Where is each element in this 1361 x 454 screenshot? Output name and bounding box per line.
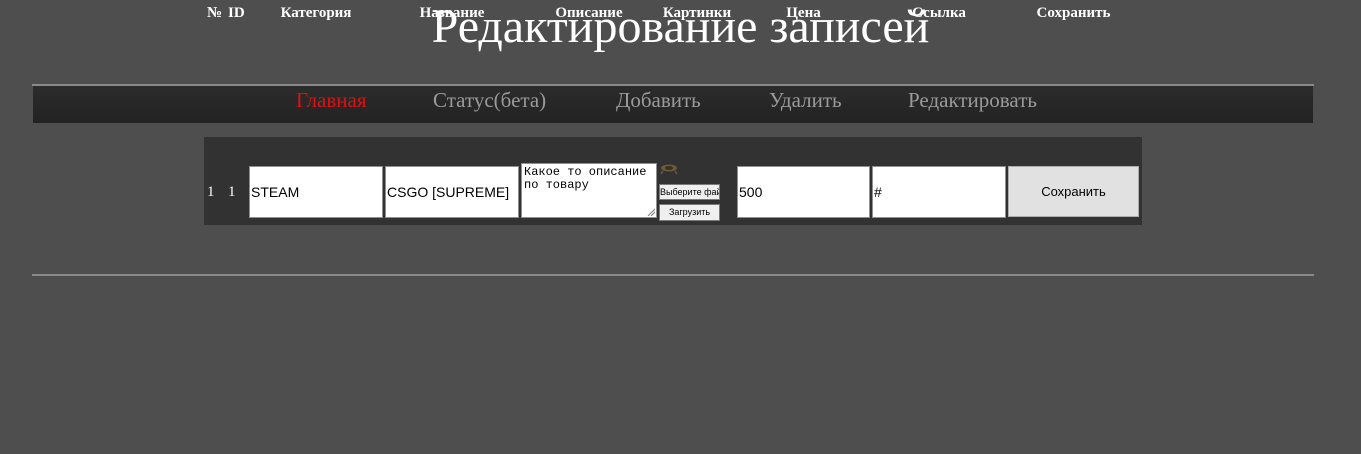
column-header-description: Описание [555,5,623,21]
bottom-divider [32,274,1314,276]
upload-button[interactable]: Загрузить [659,204,720,221]
product-image-icon [660,164,678,175]
column-header-price: Цена [786,5,821,21]
column-header-id: ID [228,5,245,21]
choose-file-button[interactable]: Выберите файл [659,184,720,200]
column-header-link: Ссылка [912,5,966,21]
save-button[interactable]: Сохранить [1008,166,1139,217]
nav-item-edit[interactable]: Редактировать [908,86,1037,114]
category-input[interactable]: STEAM [249,166,383,218]
row-number: 1 [207,184,215,200]
nav-item-delete[interactable]: Удалить [769,86,842,114]
nav-item-home[interactable]: Главная [296,86,367,114]
description-textarea[interactable]: Какое то описание по товару [521,163,657,218]
resize-grip-icon[interactable] [647,208,655,216]
link-input[interactable]: # [872,166,1006,218]
nav-item-add[interactable]: Добавить [616,86,701,114]
price-input[interactable]: 500 [737,166,870,218]
column-header-category: Категория [280,5,352,21]
column-header-save: Сохранить [1036,5,1111,21]
column-header-number: № [207,5,223,21]
name-input[interactable]: CSGO [SUPREME] [385,166,519,218]
column-header-name: Название [419,5,485,21]
nav-item-status[interactable]: Статус(бета) [433,86,546,114]
row-id: 1 [228,184,236,200]
description-text: Какое то описание по товару [524,165,647,192]
nav-bar: Главная Статус(бета) Добавить Удалить Ре… [33,86,1313,123]
column-header-images: Картинки [662,5,732,21]
